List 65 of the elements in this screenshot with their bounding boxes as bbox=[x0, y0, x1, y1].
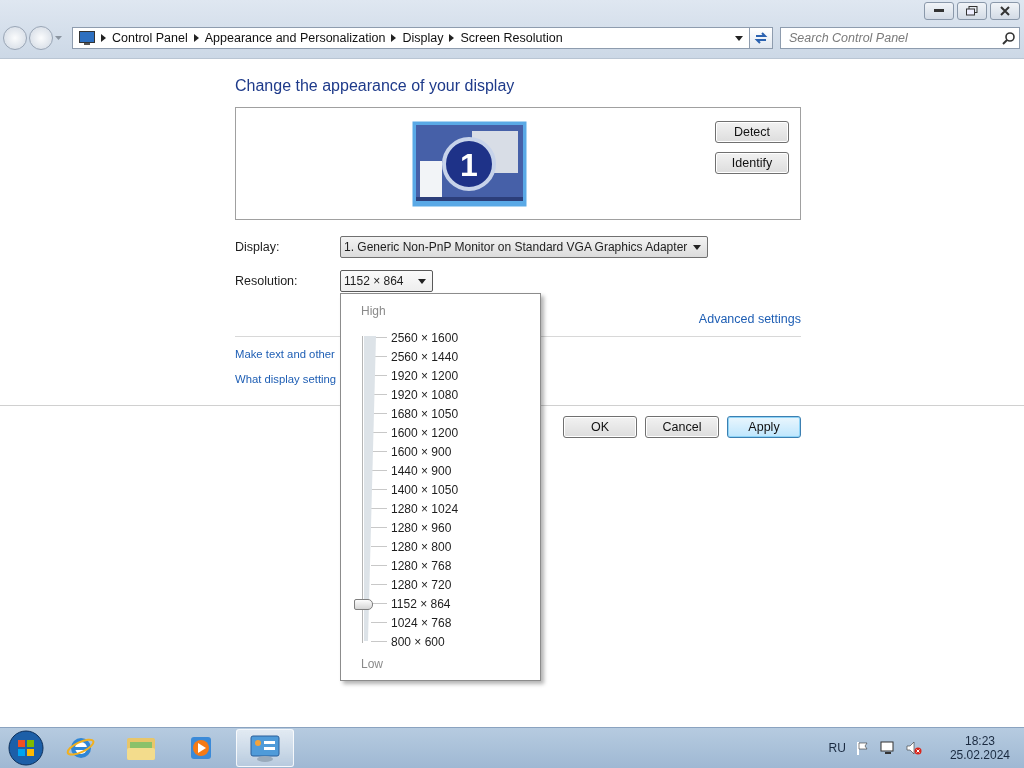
flag-icon[interactable] bbox=[855, 741, 870, 755]
dialog-button[interactable]: Cancel bbox=[645, 416, 719, 438]
resolution-option[interactable]: 1600 × 900 bbox=[391, 444, 452, 459]
resolution-option[interactable]: 1400 × 1050 bbox=[391, 482, 459, 497]
monitor-drawing[interactable]: 1 bbox=[412, 121, 527, 207]
taskbar-button[interactable] bbox=[236, 729, 294, 767]
close-icon bbox=[1000, 6, 1010, 16]
search-icon bbox=[1002, 31, 1015, 45]
chevron-icon bbox=[101, 34, 106, 42]
resolution-option[interactable]: 1440 × 900 bbox=[391, 463, 452, 478]
refresh-button[interactable] bbox=[750, 27, 773, 49]
advanced-settings-link[interactable]: Advanced settings bbox=[698, 312, 801, 328]
clock[interactable]: 18:23 25.02.2024 bbox=[949, 734, 1010, 762]
address-field[interactable]: Control Panel Appearance and Personalization Display Screen Resolution bbox=[72, 27, 750, 49]
breadcrumb[interactable]: Display bbox=[402, 31, 444, 45]
refresh-icon bbox=[754, 31, 768, 45]
display-dropdown[interactable]: 1. Generic Non-PnP Monitor on Standard VGA Graphics Adapter bbox=[340, 236, 708, 258]
resolution-option[interactable]: 2560 × 1440 bbox=[391, 349, 459, 364]
resolution-option[interactable]: 1280 × 1024 bbox=[391, 501, 459, 516]
chevron-icon bbox=[449, 34, 455, 42]
minimize-button[interactable] bbox=[924, 2, 954, 20]
history-caret-icon[interactable] bbox=[55, 36, 62, 40]
resolution-label: Resolution: bbox=[235, 274, 299, 288]
preview-button[interactable]: Identify bbox=[715, 152, 789, 174]
dialog-button[interactable]: Apply bbox=[727, 416, 801, 438]
dropdown-caret-icon[interactable] bbox=[735, 35, 743, 41]
play-icon bbox=[188, 735, 214, 761]
resolution-option[interactable]: 1600 × 1200 bbox=[391, 425, 459, 440]
slider-thumb[interactable] bbox=[354, 599, 373, 610]
chevron-icon bbox=[193, 34, 199, 42]
high-label: High bbox=[361, 304, 387, 320]
slider-track[interactable] bbox=[362, 336, 377, 643]
resolution-option[interactable]: 800 × 600 bbox=[391, 634, 445, 649]
resolution-option[interactable]: 1920 × 1200 bbox=[391, 368, 459, 383]
search-box[interactable]: Search Control Panel bbox=[780, 27, 1020, 49]
restore-button[interactable] bbox=[957, 2, 987, 20]
language-indicator[interactable]: RU bbox=[828, 741, 846, 755]
dropdown-caret-icon bbox=[418, 278, 426, 284]
resolution-option[interactable]: 1280 × 960 bbox=[391, 520, 452, 535]
chevron-icon bbox=[391, 34, 397, 42]
low-label: Low bbox=[361, 657, 384, 673]
resolution-option[interactable]: 1680 × 1050 bbox=[391, 406, 459, 421]
dialog-button[interactable]: OK bbox=[563, 416, 637, 438]
resolution-option[interactable]: 1280 × 800 bbox=[391, 539, 452, 554]
restore-icon bbox=[966, 6, 978, 16]
resolution-option[interactable]: 1152 × 864 bbox=[391, 596, 451, 611]
help-link[interactable]: What display setting bbox=[235, 373, 337, 385]
control-panel-icon bbox=[248, 733, 282, 763]
resolution-option[interactable]: 2560 × 1600 bbox=[391, 330, 459, 345]
breadcrumb[interactable]: Screen Resolution bbox=[460, 31, 563, 45]
resolution-option[interactable]: 1920 × 1080 bbox=[391, 387, 459, 402]
page-heading: Change the appearance of your display bbox=[235, 77, 516, 96]
minimize-icon bbox=[934, 9, 944, 13]
preview-button[interactable]: Detect bbox=[715, 121, 789, 143]
resolution-option[interactable]: 1024 × 768 bbox=[391, 615, 452, 630]
breadcrumb[interactable]: Control Panel bbox=[112, 31, 188, 45]
dropdown-caret-icon bbox=[693, 244, 701, 250]
display-label: Display: bbox=[235, 240, 281, 254]
breadcrumb[interactable]: Appearance and Personalization bbox=[204, 31, 386, 45]
monitor-icon bbox=[79, 31, 95, 45]
muted-speaker-icon[interactable] bbox=[905, 741, 922, 755]
resolution-option[interactable]: 1280 × 720 bbox=[391, 577, 452, 592]
help-link[interactable]: Make text and other bbox=[235, 348, 335, 360]
resolution-option[interactable]: 1280 × 768 bbox=[391, 558, 452, 573]
close-button[interactable] bbox=[990, 2, 1020, 20]
